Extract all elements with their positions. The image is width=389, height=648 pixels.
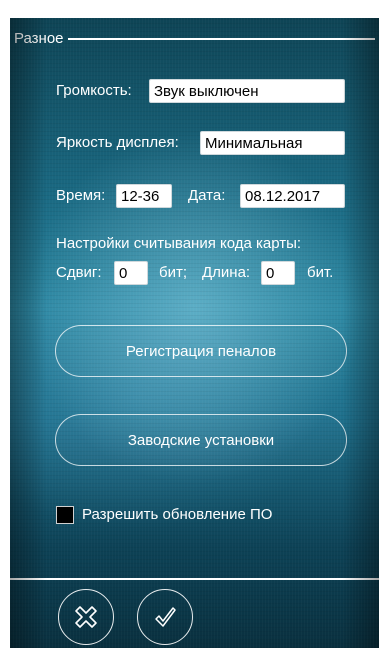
brightness-field[interactable]: Минимальная [200,131,345,155]
firmware-update-label: Разрешить обновление ПО [82,506,273,523]
section-divider [67,38,375,40]
footer-divider [10,578,379,580]
brightness-label: Яркость дисплея: [56,134,179,151]
check-icon [155,607,176,627]
factory-settings-label: Заводские установки [127,431,275,449]
offset-unit: бит; [159,264,188,281]
factory-settings-button[interactable]: Заводские установки [55,414,347,466]
volume-field[interactable]: Звук выключен [149,79,345,103]
cancel-button[interactable] [58,589,114,645]
register-cases-button[interactable]: Регистрация пеналов [55,325,347,377]
length-field[interactable]: 0 [261,261,295,285]
firmware-update-checkbox[interactable] [56,506,74,524]
length-unit: бит. [307,264,334,281]
offset-label: Сдвиг: [56,264,102,281]
length-label: Длина: [202,264,251,281]
section-title: Разное [14,29,64,47]
volume-label: Громкость: [56,82,132,99]
section-header: Разное [14,26,375,50]
date-label: Дата: [188,187,226,204]
register-cases-label: Регистрация пеналов [125,342,277,360]
time-label: Время: [56,187,106,204]
date-field[interactable]: 08.12.2017 [240,184,345,208]
card-reading-title: Настройки считывания кода карты: [56,235,302,252]
cross-icon [75,606,97,628]
offset-field[interactable]: 0 [114,261,148,285]
settings-screen: Разное Громкость: Звук выключен Яркость … [10,18,379,648]
confirm-button[interactable] [137,589,193,645]
time-field[interactable]: 12-36 [116,184,172,208]
